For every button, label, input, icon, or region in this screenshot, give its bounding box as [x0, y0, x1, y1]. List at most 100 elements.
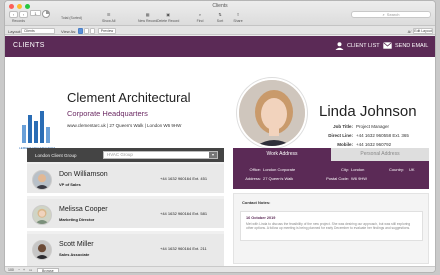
user-icon	[335, 42, 344, 50]
office-label: Office:	[249, 167, 262, 172]
chevron-left-icon: ‹	[12, 12, 15, 17]
contact-role: Marketing Director	[59, 217, 95, 222]
contact-role: VP of Sales	[59, 182, 81, 187]
edit-layout-button[interactable]: Edit Layout	[413, 27, 433, 34]
zoom-in-icon[interactable]: +	[23, 268, 25, 272]
status-area-icon[interactable]: ▭	[29, 268, 32, 272]
chevron-down-icon: ▾	[209, 152, 217, 158]
layout-label: Layout:	[8, 28, 22, 34]
layout-select[interactable]: Clients	[21, 27, 55, 34]
chevron-right-icon: ›	[22, 12, 25, 17]
sort-group[interactable]: ⇅ Sort	[215, 11, 225, 23]
country-value[interactable]: UK	[409, 167, 415, 172]
contact-name: Melissa Cooper	[59, 206, 108, 213]
window-title: Clients	[212, 3, 228, 9]
city-value[interactable]: London	[351, 167, 364, 172]
records-nav: ‹ › Records	[9, 11, 28, 23]
detail-direct-line: Direct Line: +44 1632 960558 Ext. 365	[328, 133, 409, 138]
pie-indicator	[42, 10, 50, 18]
record-counter-input[interactable]: 1	[30, 10, 41, 16]
view-as-buttons	[78, 28, 95, 34]
avatar	[32, 240, 52, 260]
address-value[interactable]: 27 Queen's Walk	[263, 176, 293, 181]
envelope-icon	[383, 42, 392, 49]
contact-photo	[237, 78, 307, 148]
list-view-icon[interactable]	[84, 28, 89, 34]
new-record-icon: ▦	[145, 12, 150, 17]
contact-phone: +44 1632 960164 Ext. 451	[160, 176, 208, 181]
contact-name: Scott Miller	[59, 241, 94, 248]
send-email-label: SEND EMAIL	[395, 42, 429, 49]
country-label: Country:	[389, 167, 405, 172]
view-as-label: View As:	[61, 28, 77, 34]
contact-phone: +44 1632 960164 Ext. 211	[160, 246, 207, 251]
postal-code-label: Postal Code:	[326, 176, 349, 181]
titlebar: Clients ‹ › Records 1 Total (Sorted) ☰ S…	[5, 1, 435, 26]
detail-mobile: Mobile: +44 1632 960792	[337, 142, 392, 147]
sort-icon: ⇅	[218, 12, 222, 17]
list-item[interactable]: Scott Miller Sales Associate +44 1632 96…	[27, 234, 224, 266]
postal-code-value[interactable]: W6 9HW	[351, 176, 367, 181]
records-label: Records	[11, 19, 26, 23]
address-tabs: Work Address Personal Address	[233, 148, 429, 161]
office-value[interactable]: London Corporate	[263, 167, 295, 172]
table-view-icon[interactable]	[90, 28, 95, 34]
detail-job-title: Job Title: Project Manager	[333, 124, 390, 129]
prev-record-button[interactable]: ‹	[9, 11, 18, 18]
note-card[interactable]: 16 October 2019 Met with Linda to discus…	[240, 211, 423, 241]
form-view-icon[interactable]	[78, 28, 83, 34]
note-text: Met with Linda to discuss the feasibilit…	[246, 222, 411, 231]
share-group[interactable]: ⇪ Share	[233, 11, 243, 23]
layout-content: CLIENTS CLIENT LIST SEND EMAIL CLEMENT A…	[5, 36, 435, 268]
find-icon: ⌕	[198, 12, 202, 17]
group-filter-bar: London Client Group HVAC Group ▾	[27, 148, 224, 162]
delete-record-group[interactable]: ▣ Delete Record	[157, 11, 179, 23]
find-group[interactable]: ⌕ Find	[195, 11, 205, 23]
delete-record-icon: ▣	[166, 12, 171, 17]
group-label: London Client Group	[35, 152, 77, 158]
send-email-button[interactable]: SEND EMAIL	[383, 42, 428, 49]
search-input[interactable]: ⌕ Search	[351, 11, 431, 18]
zoom-level[interactable]: 100	[8, 268, 14, 272]
tab-personal-address[interactable]: Personal Address	[331, 148, 429, 161]
avatar	[32, 170, 52, 190]
search-icon: ⌕	[382, 12, 385, 17]
work-address-box: Office: London Corporate Address: 27 Que…	[233, 161, 429, 189]
record-counter-group: 1	[30, 10, 41, 16]
notes-title: Contact Notes:	[242, 200, 271, 205]
next-record-button[interactable]: ›	[19, 11, 28, 18]
contact-notes-panel: Contact Notes: 16 October 2019 Met with …	[233, 193, 429, 264]
company-address: www.clementarc.uk | 27 Queen's Walk | Lo…	[67, 123, 182, 128]
new-record-group[interactable]: ▦ New Record	[138, 11, 157, 23]
company-name: Clement Architectural	[67, 90, 191, 105]
list-item[interactable]: Melissa Cooper Marketing Director +44 16…	[27, 199, 224, 231]
mode-select[interactable]: Browse	[37, 267, 59, 272]
preview-button[interactable]: Preview	[98, 27, 116, 34]
search-placeholder: Search	[386, 12, 400, 17]
profile-photo	[239, 80, 305, 146]
company-subtitle: Corporate Headquarters	[67, 109, 148, 118]
note-date: 16 October 2019	[246, 216, 276, 220]
address-panel: Work Address Personal Address Office: Lo…	[233, 148, 429, 266]
contact-name: Don Williamson	[59, 171, 108, 178]
contact-phone: +44 1632 960164 Ext. 581	[160, 211, 208, 216]
avatar	[32, 205, 52, 225]
format-icon[interactable]: A⁄	[408, 29, 411, 34]
group-select[interactable]: HVAC Group ▾	[103, 151, 218, 159]
show-all-group[interactable]: ☰ Show All	[102, 11, 115, 23]
layout-bar: Layout: Clients View As: Preview A⁄ Edit…	[5, 26, 435, 35]
company-logo: CLEMENT ARCHITECTURAL	[19, 111, 55, 150]
tab-work-address[interactable]: Work Address	[233, 148, 331, 161]
zoom-out-icon[interactable]: −	[18, 268, 20, 272]
city-label: City:	[341, 167, 349, 172]
page-title: CLIENTS	[13, 42, 45, 49]
list-icon: ☰	[106, 12, 111, 17]
contacts-panel: London Client Group HVAC Group ▾ Don Wil…	[27, 148, 224, 266]
list-item[interactable]: Don Williamson VP of Sales +44 1632 9601…	[27, 164, 224, 196]
pie-chart-icon	[42, 10, 50, 18]
client-list-label: CLIENT LIST	[347, 43, 380, 49]
header-bar: CLIENTS CLIENT LIST SEND EMAIL	[5, 36, 435, 57]
client-list-button[interactable]: CLIENT LIST	[335, 42, 380, 50]
contact-role: Sales Associate	[59, 252, 90, 257]
status-bar: 100 − + ▭ Browse	[5, 266, 435, 272]
